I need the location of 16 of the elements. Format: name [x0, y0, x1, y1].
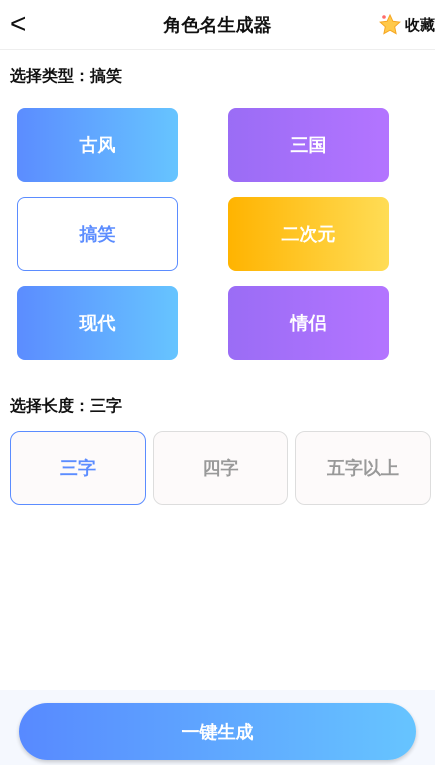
type-option[interactable]: 现代 [17, 286, 178, 360]
page-title: 角色名生成器 [164, 14, 272, 36]
type-option[interactable]: 古风 [17, 108, 178, 182]
favorite-button[interactable]: 收藏 [378, 13, 435, 37]
section-label: 选择类型：搞笑 [10, 66, 123, 87]
type-option[interactable]: 搞笑 [17, 197, 178, 271]
section-label: 选择长度：三字 [10, 396, 123, 417]
type-option[interactable]: 二次元 [228, 197, 389, 271]
length-option[interactable]: 五字以上 [295, 431, 432, 505]
generate-button[interactable]: 一键生成 [19, 703, 416, 760]
type-option[interactable]: 情侣 [228, 286, 389, 360]
star-icon [378, 13, 402, 37]
type-option[interactable]: 三国 [228, 108, 389, 182]
length-option[interactable]: 三字 [10, 431, 146, 505]
back-button[interactable]: < [6, 8, 30, 40]
length-option[interactable]: 四字 [152, 431, 288, 505]
